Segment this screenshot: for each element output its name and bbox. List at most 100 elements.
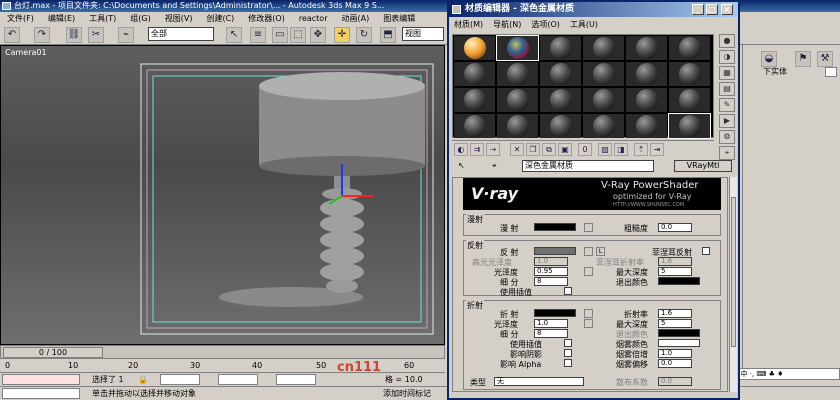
material-sample-slot[interactable] [583, 114, 624, 138]
reflect-color-swatch[interactable] [534, 247, 576, 255]
menu-view[interactable]: 视图(V) [158, 12, 200, 25]
material-sample-slot[interactable] [583, 36, 624, 60]
affect-alpha-checkbox[interactable] [564, 359, 572, 367]
z-coordinate-field[interactable] [276, 374, 316, 385]
material-sample-slot[interactable] [540, 88, 581, 112]
refr-gloss-map-button[interactable] [584, 319, 593, 328]
make-unique-icon[interactable]: ⧉ [542, 143, 556, 156]
refl-max-depth-spinner[interactable]: 5 [658, 267, 692, 276]
undo-icon[interactable]: ↶ [4, 27, 20, 43]
redo-icon[interactable]: ↷ [34, 27, 50, 43]
refract-color-swatch[interactable] [534, 309, 576, 317]
show-map-in-viewport-icon[interactable]: ▨ [598, 143, 612, 156]
lock-selection-icon[interactable]: 🔒 [138, 373, 148, 386]
refract-map-button[interactable] [584, 309, 593, 318]
window-crossing-icon[interactable]: ⬚ [290, 27, 306, 43]
menu-navigation[interactable]: 导航(N) [488, 17, 526, 32]
fresnel-ior-spinner[interactable]: 1.6 [658, 257, 692, 266]
menu-options[interactable]: 选项(O) [526, 17, 565, 32]
material-sample-slot[interactable] [626, 62, 667, 86]
put-to-scene-icon[interactable]: ⇉ [470, 143, 484, 156]
background-icon[interactable]: ▦ [719, 66, 735, 80]
assign-to-selection-icon[interactable]: ⇢ [486, 143, 500, 156]
pick-material-icon[interactable]: ↖ [458, 161, 465, 170]
fog-color-swatch[interactable] [658, 339, 700, 347]
menu-animation[interactable]: 动画(A) [334, 12, 376, 25]
material-sample-slot[interactable] [583, 88, 624, 112]
material-sample-slot[interactable] [626, 36, 667, 60]
ime-toolbar[interactable]: S中 ·, ⌨ ♣ ♦ [733, 368, 840, 380]
material-sample-slot[interactable] [454, 88, 495, 112]
bind-space-warp-icon[interactable]: ⌁ [118, 27, 134, 43]
fog-mult-spinner[interactable]: 1.0 [658, 349, 692, 358]
hilight-lock-button[interactable]: L [596, 247, 605, 256]
reset-map-icon[interactable]: ✕ [510, 143, 524, 156]
type-dropdown[interactable]: 无 [494, 377, 584, 386]
disperse-spinner[interactable]: 0.0 [658, 377, 692, 386]
material-sample-slot[interactable] [669, 88, 710, 112]
make-preview-icon[interactable]: ▶ [719, 114, 735, 128]
refr-max-depth-spinner[interactable]: 5 [658, 319, 692, 328]
rotate-icon[interactable]: ↻ [356, 27, 372, 43]
refl-subdivs-spinner[interactable]: 8 [534, 277, 568, 286]
refl-exit-color-swatch[interactable] [658, 277, 700, 285]
menu-utilities[interactable]: 工具(U) [565, 17, 603, 32]
material-effects-channel-icon[interactable]: 0 [578, 143, 592, 156]
get-material-icon[interactable]: ◐ [454, 143, 468, 156]
scale-icon[interactable]: ⬒ [380, 27, 396, 43]
add-time-tag[interactable]: 添加时间标记 [383, 387, 431, 400]
go-forward-sibling-icon[interactable]: ⇥ [650, 143, 664, 156]
script-mini-listener[interactable] [2, 388, 80, 399]
menu-modifiers[interactable]: 修改器(O) [241, 12, 292, 25]
menu-reactor[interactable]: reactor [292, 12, 335, 25]
refl-interp-checkbox[interactable] [564, 287, 572, 295]
refr-subdivs-spinner[interactable]: 8 [534, 329, 568, 338]
put-to-library-icon[interactable]: ▣ [558, 143, 572, 156]
affect-shadows-checkbox[interactable] [564, 349, 572, 357]
material-sample-slot[interactable] [626, 114, 667, 138]
pick-from-object-icon[interactable]: ⌖ [492, 161, 497, 171]
material-sample-slot[interactable] [540, 114, 581, 138]
reference-coord-dropdown[interactable]: 视图 [402, 27, 444, 41]
material-sample-slot[interactable] [669, 62, 710, 86]
diffuse-map-button[interactable] [584, 223, 593, 232]
move-active-icon[interactable]: ✛ [334, 27, 350, 43]
material-sample-slot[interactable] [540, 36, 581, 60]
selection-filter-dropdown[interactable]: 全部 [148, 27, 214, 41]
hierarchy-tab-icon[interactable]: ⚑ [795, 51, 811, 67]
material-sample-slot[interactable] [668, 113, 711, 139]
fog-bias-spinner[interactable]: 0.0 [658, 359, 692, 368]
select-move-icon[interactable]: ✥ [310, 27, 326, 43]
copy-material-icon[interactable]: ❐ [526, 143, 540, 156]
options-icon[interactable]: ⚙ [719, 130, 735, 144]
material-sample-slot[interactable] [496, 35, 539, 61]
close-button[interactable]: × [721, 4, 733, 15]
refl-gloss-spinner[interactable]: 0.95 [534, 267, 568, 276]
reflect-map-button[interactable] [584, 247, 593, 256]
rollout-scroll-thumb[interactable] [731, 197, 736, 347]
menu-file[interactable]: 文件(F) [0, 12, 41, 25]
backlight-icon[interactable]: ◑ [719, 50, 735, 64]
menu-graph-editors[interactable]: 图表编辑 [376, 12, 422, 25]
go-to-parent-icon[interactable]: ⇡ [634, 143, 648, 156]
material-sample-slot[interactable] [454, 62, 495, 86]
roughness-spinner[interactable]: 0.0 [658, 223, 692, 232]
maximize-button[interactable]: □ [706, 4, 718, 15]
material-name-field[interactable]: 深色金属材质 [522, 160, 654, 172]
hilight-gloss-spinner[interactable]: 1.0 [534, 257, 568, 266]
ior-spinner[interactable]: 1.6 [658, 309, 692, 318]
material-sample-slot[interactable] [669, 36, 710, 60]
video-color-check-icon[interactable]: ✎ [719, 98, 735, 112]
object-color-swatch[interactable] [825, 67, 837, 77]
refr-interp-checkbox[interactable] [564, 339, 572, 347]
refr-exit-color-swatch[interactable] [658, 329, 700, 337]
menu-create[interactable]: 创建(C) [199, 12, 241, 25]
diffuse-color-swatch[interactable] [534, 223, 576, 231]
menu-edit[interactable]: 编辑(E) [41, 12, 82, 25]
material-sample-slot[interactable] [497, 62, 538, 86]
material-sample-slot[interactable] [497, 114, 538, 138]
unlink-icon[interactable]: ✂ [88, 27, 104, 43]
material-type-button[interactable]: VRayMtl [674, 160, 732, 172]
select-by-name-icon[interactable]: ≡ [250, 27, 266, 43]
show-end-result-icon[interactable]: ◨ [614, 143, 628, 156]
